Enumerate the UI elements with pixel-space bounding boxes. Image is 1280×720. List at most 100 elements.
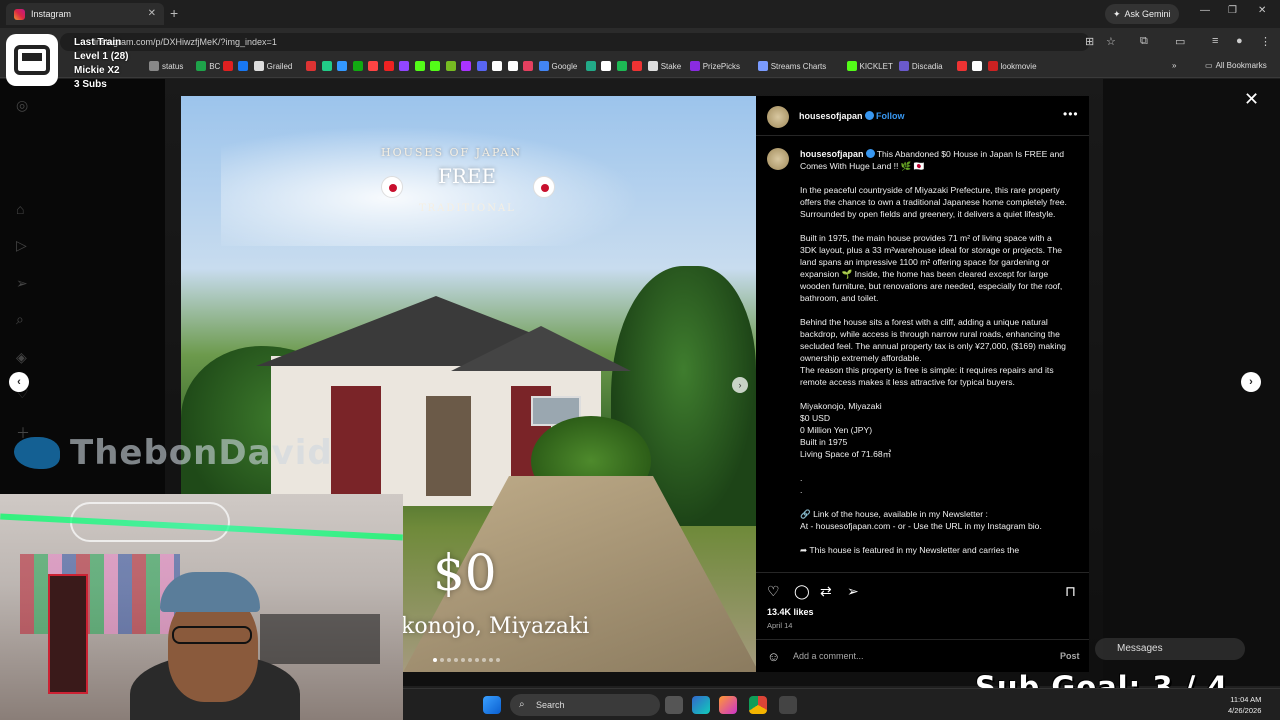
stream-train-logo-icon (6, 34, 58, 86)
close-modal-icon[interactable]: ✕ (1244, 89, 1259, 110)
bookmark-item[interactable]: Streams Charts (757, 61, 826, 71)
bookmark-item[interactable]: Grailed (253, 61, 292, 71)
follow-button[interactable]: Follow (876, 111, 905, 121)
carousel-dot (461, 658, 465, 662)
caption-avatar[interactable] (767, 148, 789, 170)
system-clock[interactable]: 11:04 AM 4/26/2026 (1228, 694, 1261, 716)
bookmark-item[interactable] (337, 61, 347, 71)
all-bookmarks-button[interactable]: ▭ All Bookmarks (1205, 61, 1267, 70)
avatar[interactable] (767, 106, 789, 128)
url-field[interactable]: instagram.com/p/DXHiwzfjMeK/?img_index=1 (60, 33, 1090, 51)
bookmark-item[interactable] (616, 61, 627, 71)
save-bookmark-icon[interactable]: ⊓ (1065, 583, 1076, 600)
caption-paragraph: In the peaceful countryside of Miyazaki … (800, 185, 1067, 219)
extensions-icon[interactable]: ⧉ (1140, 35, 1148, 48)
tab-instagram[interactable]: Instagram ✕ (6, 3, 164, 25)
bookmark-favicon-icon (846, 61, 857, 71)
bookmark-item[interactable] (399, 61, 409, 71)
bookmark-item[interactable] (523, 61, 533, 71)
like-heart-icon[interactable]: ♡ (767, 583, 780, 600)
bookmark-item[interactable] (414, 61, 425, 71)
bookmark-item[interactable]: BC (196, 61, 220, 71)
bookmark-item[interactable]: status (149, 61, 183, 71)
bookmark-item[interactable]: Google (538, 61, 578, 71)
bookmark-item[interactable] (632, 61, 643, 71)
minimize-button[interactable]: — (1200, 5, 1210, 16)
bookmark-label: Stake (660, 61, 682, 71)
repost-icon[interactable]: ⇄ (820, 583, 832, 600)
chrome-icon[interactable] (749, 696, 767, 714)
bookmark-item[interactable]: KICKLET (846, 61, 893, 71)
bookmark-favicon-icon (956, 61, 967, 71)
streamer-cap (160, 572, 260, 612)
close-window-button[interactable]: ✕ (1258, 5, 1266, 16)
bookmark-item[interactable] (476, 61, 487, 71)
firefox-icon[interactable] (719, 696, 737, 714)
tab-close-icon[interactable]: ✕ (148, 8, 156, 19)
bookmark-item[interactable] (601, 61, 612, 71)
taskbar-search[interactable]: ⌕ Search (510, 694, 660, 716)
bookmark-label: Google (551, 61, 578, 71)
settings-gear-icon[interactable] (779, 696, 797, 714)
windows-start-icon[interactable] (483, 696, 501, 714)
post-comment-button[interactable]: Post (1060, 651, 1080, 661)
bookmark-item[interactable] (352, 61, 363, 71)
messages-label: Messages (1117, 643, 1163, 654)
bookmark-item[interactable] (445, 61, 456, 71)
bookmark-item[interactable]: Discadia (898, 61, 943, 71)
tab-title: Instagram (31, 9, 72, 19)
media-icon[interactable]: ≡ (1212, 35, 1218, 47)
bookmark-item[interactable] (368, 61, 378, 71)
carousel-next-button[interactable]: › (732, 377, 748, 393)
more-options-icon[interactable]: ••• (1063, 107, 1079, 121)
bookmark-item[interactable] (461, 61, 471, 71)
clock-date: 4/26/2026 (1228, 706, 1262, 715)
likes-count[interactable]: 13.4K likes (767, 607, 814, 617)
split-view-icon[interactable]: ▭ (1175, 35, 1185, 48)
stamp-houses-of-japan: HOUSES OF JAPAN (381, 146, 522, 159)
profile-avatar-icon[interactable]: ● (1236, 35, 1243, 47)
ask-gemini-button[interactable]: ✦ Ask Gemini (1105, 4, 1179, 24)
bookmark-item[interactable]: PrizePicks (689, 61, 740, 71)
prev-post-button[interactable]: ‹ (9, 372, 29, 392)
bookmarks-overflow-icon[interactable]: » (1172, 61, 1176, 70)
new-tab-button[interactable]: + (170, 5, 178, 21)
bookmark-item[interactable]: lookmovie (987, 61, 1037, 71)
stream-alert-text: Last Train Level 1 (28) Mickie X2 3 Subs (74, 36, 128, 92)
carousel-dot (440, 658, 444, 662)
watermark-handle: ThebonDavid (70, 433, 333, 473)
share-icon[interactable]: ➢ (847, 583, 859, 600)
bookmark-item[interactable] (383, 61, 394, 71)
bookmark-item[interactable] (507, 61, 518, 71)
emoji-icon[interactable]: ☺ (767, 649, 780, 664)
bookmark-favicon-icon (253, 61, 264, 71)
messages-pill[interactable]: Messages (1095, 638, 1245, 660)
bookmark-item[interactable] (222, 61, 233, 71)
comment-input[interactable]: Add a comment... (793, 651, 864, 661)
bookmark-item[interactable] (956, 61, 967, 71)
bookmark-item[interactable] (306, 61, 316, 71)
bookmark-item[interactable] (430, 61, 440, 71)
caption-paragraph: Built in 1975, the main house provides 7… (800, 233, 1063, 303)
maximize-button[interactable]: ❐ (1228, 5, 1237, 16)
stream-alert-line: 3 Subs (74, 79, 107, 90)
stream-alert-line: Mickie X2 (74, 65, 120, 76)
bookmark-item[interactable] (492, 61, 502, 71)
bookmark-favicon-icon (399, 61, 409, 71)
edge-icon[interactable] (692, 696, 710, 714)
bookmark-star-icon[interactable]: ☆ (1106, 35, 1116, 48)
post-date: April 14 (767, 621, 793, 630)
task-view-icon[interactable] (665, 696, 683, 714)
next-post-button[interactable]: › (1241, 372, 1261, 392)
bookmark-item[interactable] (585, 61, 596, 71)
caption-username[interactable]: housesofjapan (800, 149, 864, 159)
bookmark-item[interactable] (321, 61, 332, 71)
bookmark-item[interactable]: Stake (647, 61, 682, 71)
comment-icon[interactable]: ◯ (794, 583, 810, 600)
post-author[interactable]: housesofjapan (799, 111, 874, 121)
bookmark-item[interactable] (972, 61, 982, 71)
bookmark-label: Discadia (911, 61, 943, 71)
install-icon[interactable]: ⊞ (1085, 35, 1094, 48)
bookmark-item[interactable] (238, 61, 249, 71)
menu-icon[interactable]: ⋮ (1260, 35, 1271, 48)
